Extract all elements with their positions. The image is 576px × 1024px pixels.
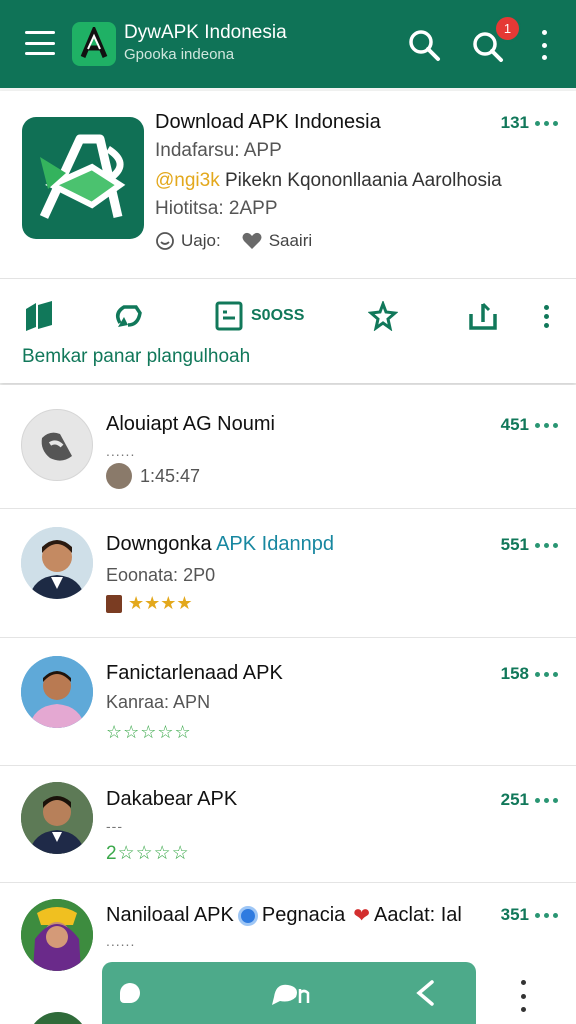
- list-item-title-accent: APK Idannpd: [216, 533, 334, 555]
- bag-icon: [106, 594, 122, 613]
- chat-button[interactable]: [270, 962, 312, 1024]
- heart-icon: [242, 232, 262, 249]
- refresh-button[interactable]: [110, 296, 144, 336]
- chat-icon: [272, 984, 310, 1005]
- featured-meta-label: Uajo:: [181, 231, 221, 250]
- notes-label: S0OSS: [251, 307, 305, 324]
- more-vert-icon[interactable]: [518, 980, 528, 1012]
- bookmark-icon: [26, 301, 52, 331]
- note-icon: [215, 301, 243, 331]
- featured-detail-3: Hiotitsa: 2APP: [155, 198, 278, 219]
- featured-caption[interactable]: Bemkar panar plangulhoah: [22, 346, 250, 368]
- featured-app-card[interactable]: Download APK Indonesia Indafarsu: APP @n…: [0, 91, 576, 383]
- list-item-count: 551: [501, 535, 558, 555]
- featured-meta: Uajo: Saairi: [155, 231, 312, 251]
- featured-title[interactable]: Download APK Indonesia: [155, 111, 381, 134]
- more-horiz-icon[interactable]: [535, 797, 558, 803]
- list-item[interactable]: Fanictarlenaad APK Kanraa: APN ☆☆☆☆☆ 158: [0, 638, 576, 766]
- app-bar: DywAPK Indonesia Gpooka indeona 1: [0, 0, 576, 88]
- more-horiz-icon[interactable]: [535, 542, 558, 548]
- list-item[interactable]: Dakabear APK --- 2☆☆☆☆ 251: [0, 766, 576, 883]
- app-title: DywAPK Indonesia: [124, 22, 287, 43]
- notes-button[interactable]: S0OSS: [215, 296, 304, 336]
- share-icon: [469, 302, 497, 330]
- list-item-meta: 1:45:47: [106, 463, 200, 489]
- list-item-count-value: 451: [500, 415, 529, 434]
- featured-more-button[interactable]: [544, 296, 549, 336]
- rating-stars: ☆☆☆☆☆: [106, 722, 192, 742]
- avatar: [21, 409, 93, 481]
- avatar: [21, 899, 93, 971]
- list-item-count-value: 351: [500, 905, 529, 924]
- list-item-title: Naniloaal APK Pegnacia ❤ Aaclat: Ial: [106, 903, 462, 928]
- list-item[interactable]: Downgonka APK Idannpd Eoonata: 2P0 ★★★★ …: [0, 509, 576, 638]
- home-icon: [120, 983, 140, 1003]
- menu-icon[interactable]: [25, 31, 55, 55]
- user-avatar-icon: [106, 463, 132, 489]
- share-button[interactable]: [467, 296, 499, 336]
- more-vert-icon: [544, 304, 549, 328]
- featured-app-icon: [22, 117, 144, 239]
- list-item-count: 351: [501, 905, 558, 925]
- list-item-time: 1:45:47: [140, 465, 201, 486]
- home-button[interactable]: [120, 962, 140, 1024]
- star-icon: [368, 301, 398, 331]
- featured-count-value: 131: [500, 113, 529, 132]
- featured-detail-1: Indafarsu: APP: [155, 140, 282, 161]
- list-item-subtitle: ---: [106, 818, 123, 834]
- refresh-icon: [116, 305, 142, 327]
- divider: [0, 278, 576, 279]
- featured-highlight: @ngi3k: [155, 170, 220, 191]
- list-item-title: Dakabear APK: [106, 788, 238, 810]
- heart-icon: ❤: [353, 905, 371, 927]
- list-item-title-mid: Pegnacia: [261, 904, 346, 926]
- list-item-title-end: Aaclat: Ial: [374, 904, 462, 926]
- search-icon[interactable]: [407, 28, 441, 62]
- bookmark-button[interactable]: [22, 296, 56, 336]
- list-item-count-value: 251: [500, 790, 529, 809]
- featured-count: 131: [501, 113, 558, 133]
- featured-meta-label-2: Saairi: [268, 231, 313, 250]
- list-item-subtitle: Kanraa: APN: [106, 692, 211, 712]
- list-item-title-text: Downgonka: [106, 533, 217, 555]
- more-horiz-icon[interactable]: [535, 120, 558, 126]
- list-item-subtitle: Eoonata: 2P0: [106, 565, 216, 585]
- favorite-button[interactable]: [368, 296, 398, 336]
- rating-stars: ★★★★: [128, 593, 193, 613]
- list-item-count-value: 551: [500, 535, 529, 554]
- list-item-subtitle: ......: [106, 933, 136, 949]
- featured-detail-2-text: Pikekn Kqononllaania Aarolhosia: [225, 170, 502, 191]
- more-horiz-icon[interactable]: [535, 422, 558, 428]
- list-item-title: Downgonka APK Idannpd: [106, 533, 334, 556]
- featured-actions: S0OSS: [0, 296, 576, 336]
- app-logo: [72, 22, 116, 66]
- notification-badge: 1: [494, 15, 521, 42]
- list-item-count: 451: [501, 415, 558, 435]
- list-item-count-value: 158: [500, 664, 529, 683]
- more-horiz-icon[interactable]: [535, 912, 558, 918]
- back-icon: [416, 980, 434, 1006]
- list-item-count: 158: [501, 664, 558, 684]
- featured-detail-2: @ngi3k Pikekn Kqononllaania Aarolhosia: [155, 170, 502, 192]
- avatar: [21, 656, 93, 728]
- app-subtitle: Gpooka indeona: [124, 46, 235, 63]
- avatar: [21, 782, 93, 854]
- clock-icon: [156, 232, 174, 250]
- list-item-title: Fanictarlenaad APK: [106, 662, 283, 684]
- avatar: [21, 527, 93, 599]
- list-item-title: Alouiapt AG Noumi: [106, 413, 275, 435]
- back-button[interactable]: [414, 962, 436, 1024]
- list-item-rating: ★★★★: [106, 593, 193, 614]
- rating-stars: 2☆☆☆☆: [106, 843, 190, 864]
- list-item-count: 251: [501, 790, 558, 810]
- list-item[interactable]: Alouiapt AG Noumi ...... 1:45:47 451: [0, 385, 576, 509]
- circle-icon: [237, 905, 258, 926]
- bottom-navigation: [102, 962, 476, 1024]
- more-horiz-icon[interactable]: [535, 671, 558, 677]
- list-item-subtitle: ......: [106, 443, 136, 459]
- list-item-title-text: Naniloaal APK: [106, 904, 234, 926]
- more-vert-icon[interactable]: [535, 30, 553, 60]
